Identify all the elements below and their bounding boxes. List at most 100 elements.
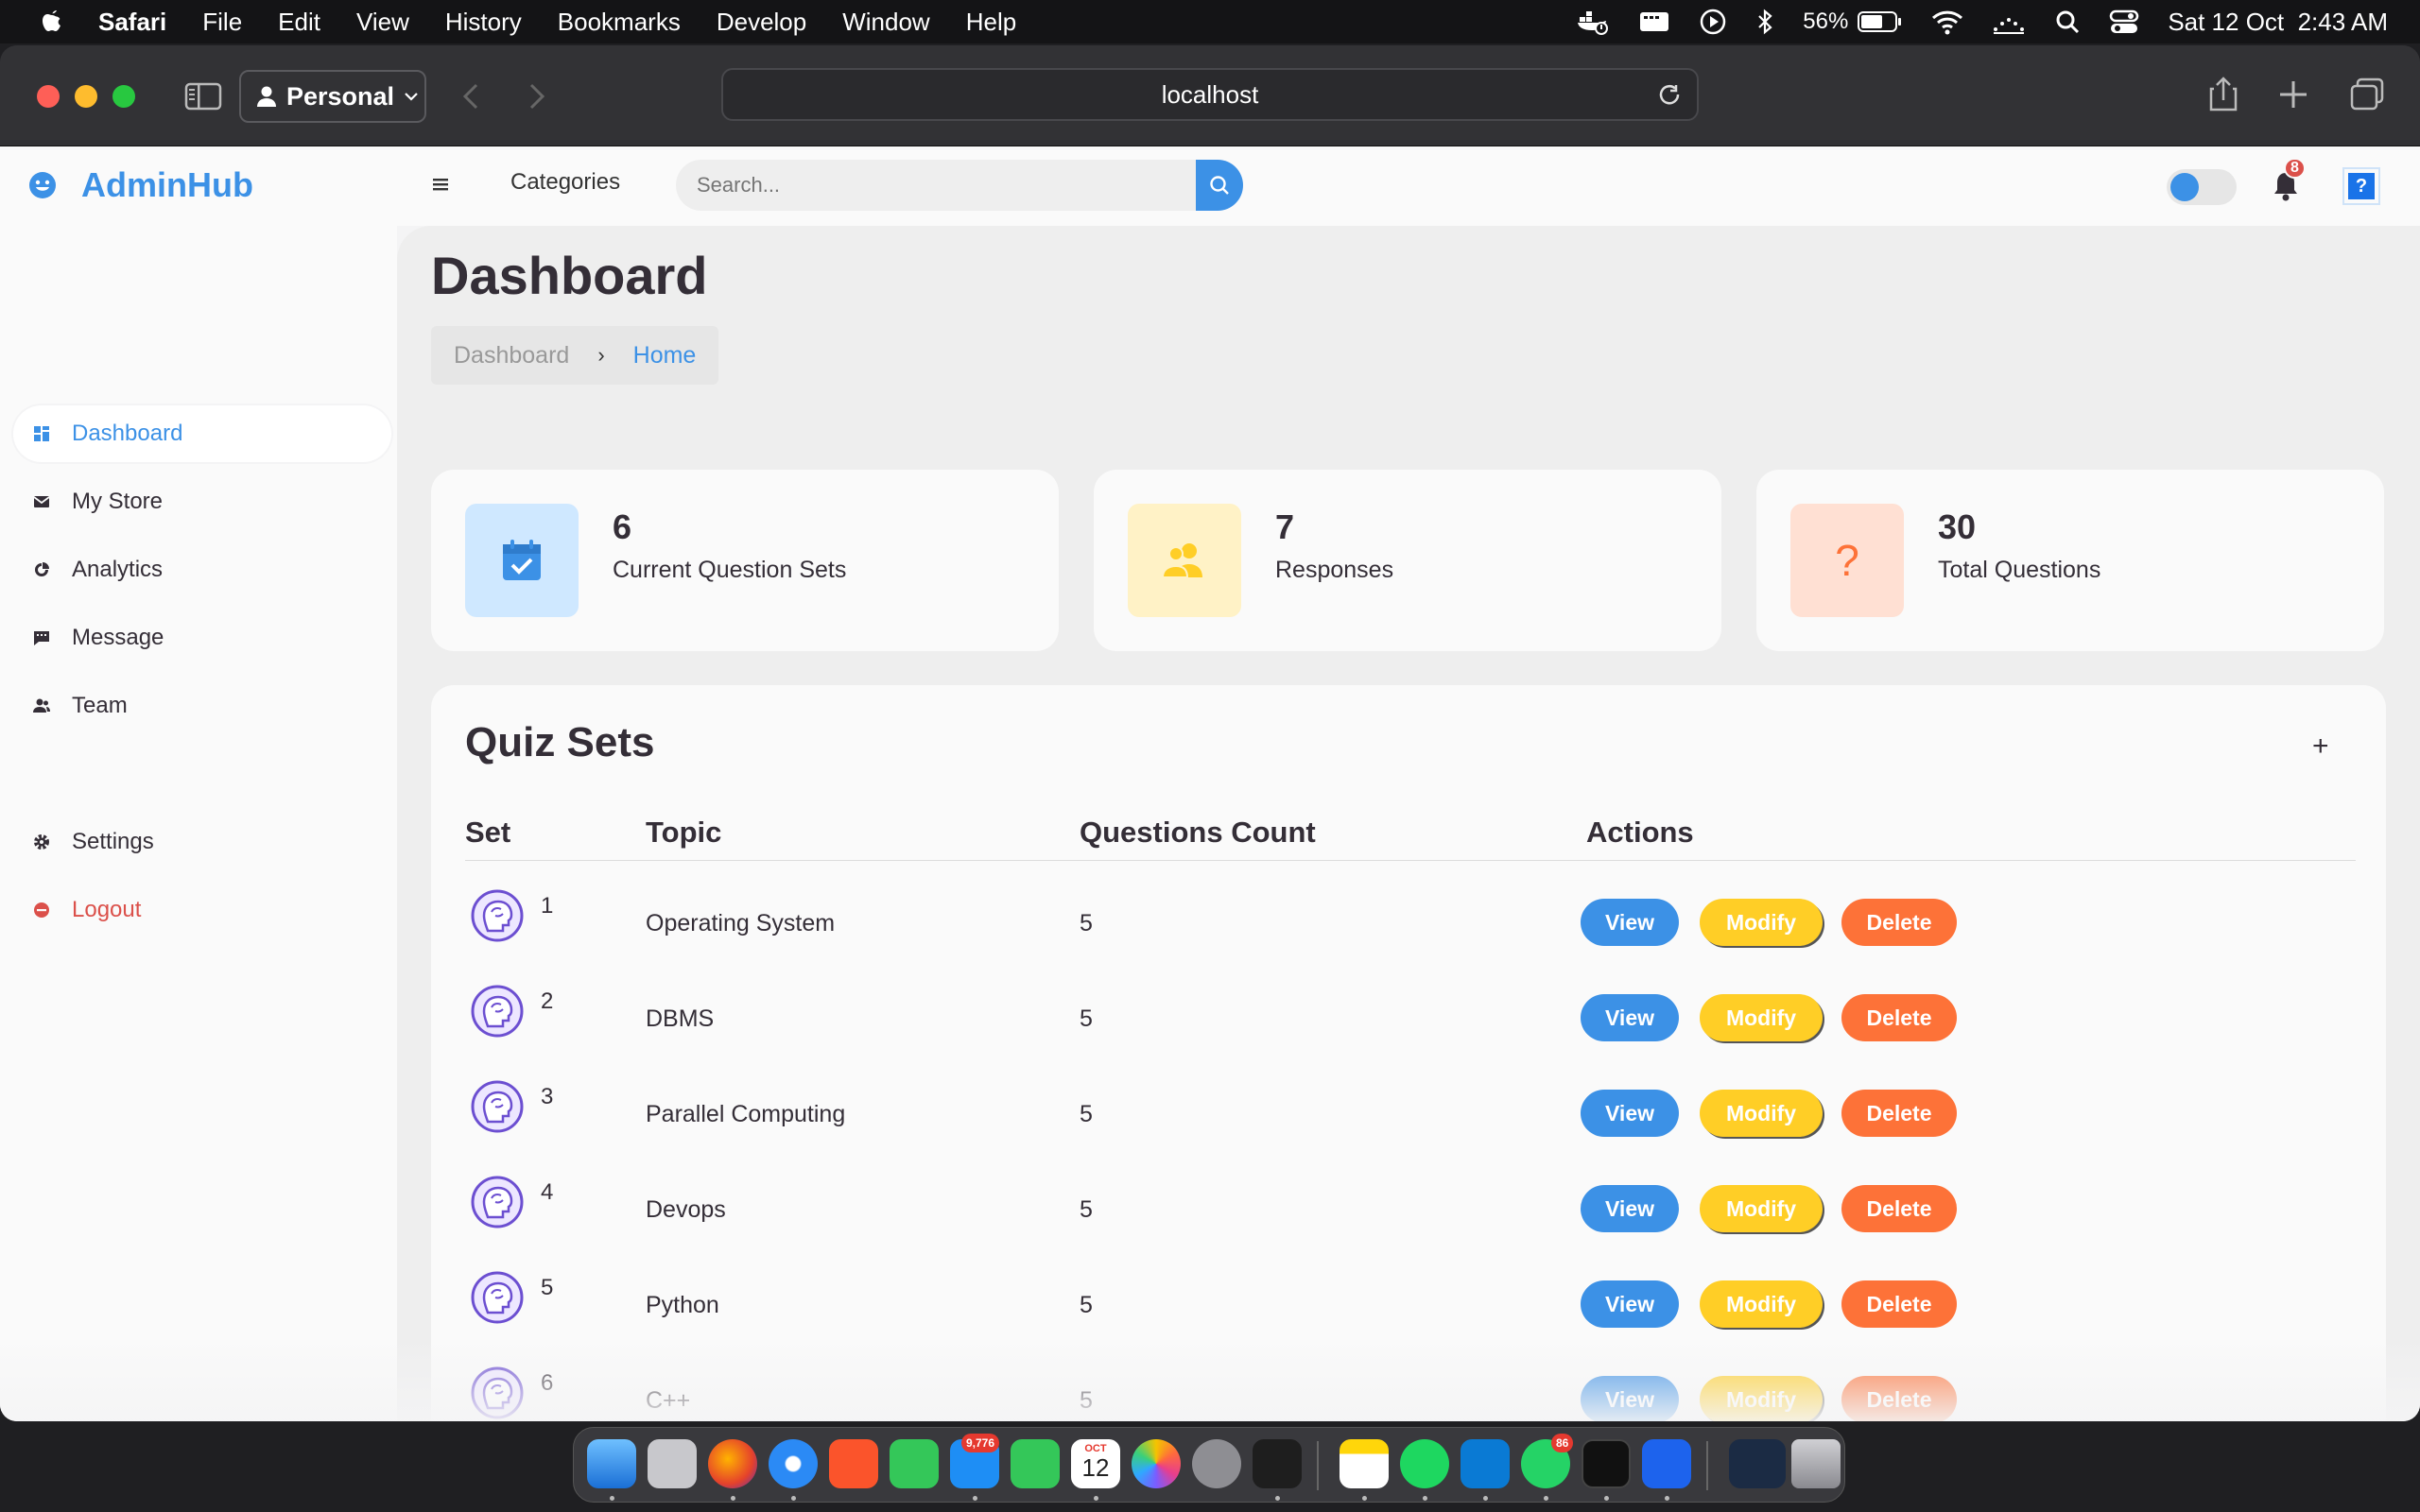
- menu-edit[interactable]: Edit: [278, 8, 320, 37]
- spotify-icon[interactable]: [1400, 1439, 1449, 1488]
- forward-icon[interactable]: [526, 81, 548, 112]
- launchpad-icon[interactable]: [648, 1439, 697, 1488]
- dark-mode-toggle[interactable]: [2167, 169, 2237, 205]
- new-tab-icon[interactable]: [2276, 76, 2310, 113]
- display-icon[interactable]: [1638, 9, 1670, 35]
- stat-label: Responses: [1275, 557, 1394, 583]
- notes-icon[interactable]: [1340, 1439, 1389, 1488]
- delete-button[interactable]: Delete: [1841, 1090, 1957, 1137]
- profile-selector[interactable]: Personal: [239, 70, 426, 123]
- figma-icon[interactable]: [1253, 1439, 1302, 1488]
- trash-icon[interactable]: [1791, 1439, 1841, 1488]
- apple-icon[interactable]: [38, 8, 66, 36]
- menubar-clock[interactable]: Sat 12 Oct 2:43 AM: [2168, 8, 2388, 37]
- finder-icon[interactable]: [587, 1439, 636, 1488]
- back-icon[interactable]: [459, 81, 482, 112]
- battery-status[interactable]: 56%: [1803, 9, 1903, 35]
- breadcrumb-dashboard[interactable]: Dashboard: [454, 342, 569, 369]
- sidebar-item-analytics[interactable]: Analytics: [13, 541, 391, 598]
- sidebar-item-message[interactable]: Message: [13, 610, 391, 666]
- brand[interactable]: AdminHub: [28, 165, 253, 205]
- categories-link[interactable]: Categories: [510, 169, 620, 196]
- vscode-icon[interactable]: [1461, 1439, 1510, 1488]
- calendar-icon[interactable]: OCT 12: [1071, 1439, 1120, 1488]
- help-button[interactable]: ?: [2342, 167, 2380, 205]
- address-bar[interactable]: localhost: [721, 68, 1699, 121]
- menu-bookmarks[interactable]: Bookmarks: [558, 8, 681, 37]
- menu-app-name[interactable]: Safari: [98, 8, 166, 37]
- notification-count-badge: 8: [2284, 158, 2306, 179]
- delete-button[interactable]: Delete: [1841, 1280, 1957, 1328]
- search-button[interactable]: [1196, 160, 1243, 211]
- play-icon[interactable]: [1699, 8, 1727, 36]
- docker-icon[interactable]: [1642, 1439, 1691, 1488]
- battery-percent: 56%: [1803, 9, 1849, 34]
- sidebar-item-dashboard[interactable]: Dashboard: [13, 405, 391, 462]
- messages-icon[interactable]: [890, 1439, 939, 1488]
- wifi-icon[interactable]: [1931, 9, 1963, 35]
- spotlight-search-icon[interactable]: [2054, 9, 2081, 35]
- delete-button[interactable]: Delete: [1841, 994, 1957, 1041]
- sidebar-item-label: Message: [72, 625, 164, 650]
- users-icon: [1128, 504, 1241, 617]
- view-button[interactable]: View: [1581, 994, 1679, 1041]
- view-button[interactable]: View: [1581, 1280, 1679, 1328]
- photos-icon[interactable]: [1132, 1439, 1181, 1488]
- quiz-avatar-icon: [471, 889, 524, 949]
- minimize-window-button[interactable]: [75, 85, 97, 108]
- delete-button[interactable]: Delete: [1841, 1185, 1957, 1232]
- terminal-icon[interactable]: [1582, 1439, 1631, 1488]
- downloads-stack-icon[interactable]: [1729, 1439, 1786, 1488]
- bluetooth-icon[interactable]: [1755, 8, 1774, 36]
- system-settings-icon[interactable]: [1192, 1439, 1241, 1488]
- view-button[interactable]: View: [1581, 1376, 1679, 1421]
- modify-button[interactable]: Modify: [1700, 1376, 1823, 1421]
- hamburger-menu-icon[interactable]: [431, 175, 452, 194]
- message-icon: [34, 631, 49, 645]
- zoom-window-button[interactable]: [112, 85, 135, 108]
- modify-button[interactable]: Modify: [1700, 1280, 1823, 1328]
- search-input[interactable]: [676, 160, 1196, 211]
- questions-count-cell: 5: [1080, 1387, 1093, 1414]
- calendar-check-icon: [465, 504, 579, 617]
- safari-icon[interactable]: [769, 1439, 818, 1488]
- facetime-icon[interactable]: [1011, 1439, 1060, 1488]
- modify-button[interactable]: Modify: [1700, 899, 1823, 946]
- menu-develop[interactable]: Develop: [717, 8, 806, 37]
- menu-view[interactable]: View: [356, 8, 409, 37]
- menu-window[interactable]: Window: [842, 8, 929, 37]
- close-window-button[interactable]: [37, 85, 60, 108]
- dots-status-icon[interactable]: [1992, 9, 2026, 35]
- modify-button[interactable]: Modify: [1700, 1185, 1823, 1232]
- menu-file[interactable]: File: [202, 8, 242, 37]
- modify-button[interactable]: Modify: [1700, 1090, 1823, 1137]
- sidebar-item-settings[interactable]: Settings: [13, 814, 391, 870]
- tab-overview-icon[interactable]: [2348, 76, 2386, 113]
- running-indicator: [731, 1496, 735, 1501]
- delete-button[interactable]: Delete: [1841, 1376, 1957, 1421]
- dock-separator: [1706, 1441, 1708, 1490]
- view-button[interactable]: View: [1581, 1185, 1679, 1232]
- firefox-icon[interactable]: [708, 1439, 757, 1488]
- control-center-icon[interactable]: [2109, 9, 2139, 35]
- delete-button[interactable]: Delete: [1841, 899, 1957, 946]
- main-content: Dashboard Dashboard › Home 6 Current Que…: [397, 226, 2420, 1421]
- sidebar-item-team[interactable]: Team: [13, 678, 391, 734]
- set-number: 4: [541, 1179, 554, 1205]
- menu-history[interactable]: History: [445, 8, 522, 37]
- brave-icon[interactable]: [829, 1439, 878, 1488]
- modify-button[interactable]: Modify: [1700, 994, 1823, 1041]
- view-button[interactable]: View: [1581, 899, 1679, 946]
- sidebar-toggle-icon[interactable]: [184, 81, 222, 112]
- share-icon[interactable]: [2206, 76, 2240, 113]
- docker-status-icon[interactable]: [1576, 8, 1610, 36]
- sidebar-item-logout[interactable]: Logout: [13, 882, 391, 938]
- quiz-sets-title: Quiz Sets: [465, 719, 655, 765]
- breadcrumb-home[interactable]: Home: [633, 342, 697, 369]
- stat-card-total-questions: ? 30 Total Questions: [1756, 470, 2384, 651]
- view-button[interactable]: View: [1581, 1090, 1679, 1137]
- add-quiz-set-button[interactable]: +: [2312, 730, 2329, 763]
- sidebar-item-my-store[interactable]: My Store: [13, 473, 391, 530]
- menu-help[interactable]: Help: [966, 8, 1016, 37]
- reload-icon[interactable]: [1657, 83, 1684, 110]
